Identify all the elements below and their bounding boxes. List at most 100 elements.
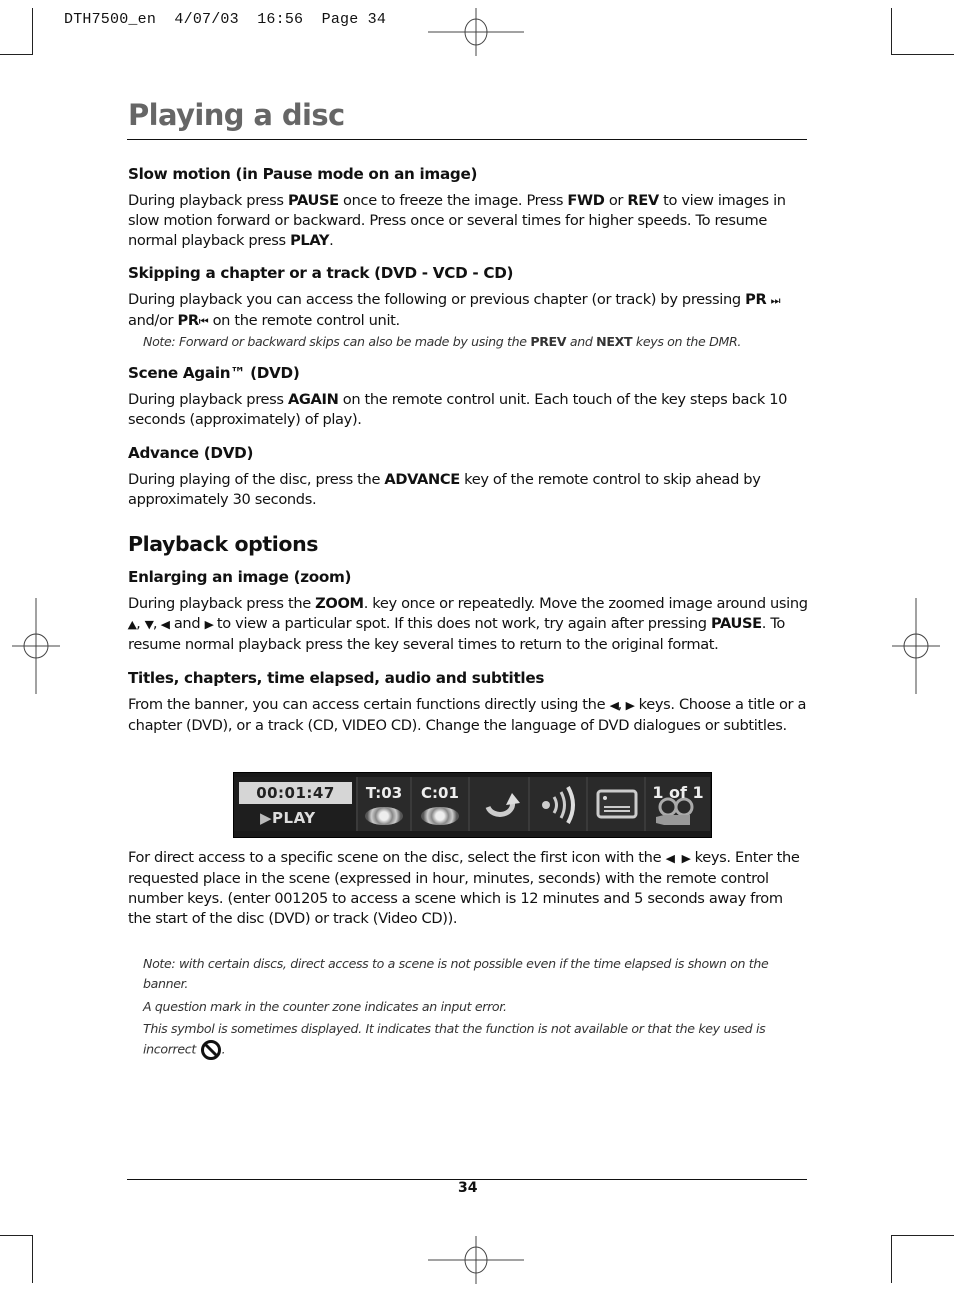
key-label: NEXT	[596, 334, 633, 349]
crop-mark	[891, 54, 954, 55]
paragraph-scene-again: During playback press AGAIN on the remot…	[128, 390, 808, 430]
page-content: Slow motion (in Pause mode on an image) …	[128, 165, 808, 736]
paragraph-advance: During playing of the disc, press the AD…	[128, 470, 808, 510]
text: This symbol is sometimes displayed. It i…	[143, 1021, 766, 1057]
key-label: REV	[627, 192, 659, 209]
right-arrow-icon: ▶	[625, 699, 635, 712]
note-direct-access: Note: with certain discs, direct access …	[143, 956, 769, 991]
playback-banner: 00:01:47 ▶PLAY T:03 C:01 1 of 1	[233, 772, 712, 838]
crop-mark	[891, 8, 892, 55]
text: During playing of the disc, press the	[128, 471, 385, 488]
text: on the remote control unit.	[208, 312, 401, 329]
text: and	[169, 615, 205, 632]
text: Note: Forward or backward skips can also…	[143, 334, 531, 349]
text: . key once or repeatedly. Move the zoome…	[363, 595, 808, 612]
banner-repeat-cell	[470, 777, 530, 831]
registration-mark-icon	[12, 598, 60, 694]
key-label: PAUSE	[287, 192, 339, 209]
section-heading-advance: Advance (DVD)	[128, 444, 254, 462]
page-title: Playing a disc	[128, 98, 345, 132]
section-heading-skipping: Skipping a chapter or a track (DVD - VCD…	[128, 264, 514, 282]
text: .	[329, 232, 334, 249]
crop-mark	[0, 54, 32, 55]
section-heading-scene-again: Scene Again™ (DVD)	[128, 364, 300, 382]
banner-title-label: T:03	[365, 784, 403, 802]
registration-mark-icon	[428, 8, 524, 56]
paragraph-slow-motion: During playback press PAUSE once to free…	[128, 191, 808, 251]
text: During playback you can access the follo…	[128, 291, 746, 308]
banner-play-status: ▶PLAY	[260, 809, 316, 827]
key-label: PR	[745, 291, 767, 308]
section-heading-titles: Titles, chapters, time elapsed, audio an…	[128, 669, 545, 687]
banner-chapter-label: C:01	[421, 784, 459, 802]
crop-mark	[891, 1235, 954, 1236]
text: once to freeze the image. Press	[338, 192, 568, 209]
notes-block: Note: with certain discs, direct access …	[128, 954, 778, 1061]
banner-audio-cell	[530, 777, 588, 831]
banner-angle-cell: 1 of 1	[646, 777, 710, 831]
key-label: PAUSE	[710, 615, 762, 632]
right-arrow-icon: ▶	[681, 852, 691, 865]
text: and/or	[128, 312, 178, 329]
section-heading-playback-options: Playback options	[128, 532, 319, 556]
key-label: PR	[177, 312, 200, 329]
crop-mark	[32, 8, 33, 55]
text: .	[221, 1041, 226, 1057]
paragraph-zoom: During playback press the ZOOM. key once…	[127, 595, 808, 653]
banner-time-counter: 00:01:47	[239, 782, 352, 804]
banner-angle-label: 1 of 1	[652, 783, 704, 802]
text: During playback press	[128, 192, 288, 209]
banner-time-cell: 00:01:47 ▶PLAY	[234, 777, 358, 831]
text: From the banner, you can access certain …	[128, 696, 610, 713]
section-heading-zoom: Enlarging an image (zoom)	[128, 568, 352, 586]
registration-mark-icon	[428, 1236, 524, 1284]
left-arrow-icon: ◀	[161, 618, 170, 631]
paragraph-titles: From the banner, you can access certain …	[128, 696, 807, 734]
registration-mark-icon	[892, 598, 940, 694]
note-input-error: A question mark in the counter zone indi…	[143, 999, 507, 1014]
prohibited-icon	[200, 1040, 221, 1060]
page-number: 34	[458, 1180, 478, 1196]
title-rule	[127, 139, 807, 140]
text: keys on the DMR.	[632, 334, 742, 349]
banner-chapter-cell: C:01	[412, 777, 470, 831]
key-label: ZOOM	[315, 595, 364, 612]
status-text: PLAY	[272, 809, 316, 827]
printer-slug: DTH7500_en 4/07/03 16:56 Page 34	[64, 11, 387, 28]
repeat-icon	[485, 793, 520, 817]
text: and	[566, 334, 597, 349]
key-label: ADVANCE	[384, 471, 460, 488]
play-icon: ▶	[260, 809, 273, 827]
section-heading-slow-motion: Slow motion (in Pause mode on an image)	[128, 165, 478, 183]
banner-subtitle-cell	[588, 777, 646, 831]
prev-track-icon: ⏮	[198, 315, 209, 328]
key-label: PLAY	[290, 232, 330, 249]
note-prohibited-symbol: This symbol is sometimes displayed. It i…	[143, 1019, 778, 1061]
text: or	[604, 192, 628, 209]
text: For direct access to a specific scene on…	[128, 849, 666, 866]
text: to view a particular spot. If this does …	[212, 615, 711, 632]
next-track-icon: ⏭	[770, 294, 781, 307]
paragraph-skipping: During playback you can access the follo…	[128, 290, 808, 332]
subtitle-icon	[596, 789, 638, 819]
text: During playback press	[128, 391, 288, 408]
key-label: AGAIN	[287, 391, 339, 408]
disc-icon	[365, 807, 403, 825]
key-label: PREV	[530, 334, 567, 349]
key-label: FWD	[567, 192, 605, 209]
paragraph-direct-access: For direct access to a specific scene on…	[128, 848, 808, 929]
disc-icon	[421, 807, 459, 825]
banner-title-cell: T:03	[358, 777, 412, 831]
crop-mark	[32, 1235, 33, 1283]
left-arrow-icon: ◀	[665, 852, 675, 865]
audio-icon	[542, 786, 575, 824]
left-arrow-icon: ◀	[609, 699, 619, 712]
note-skipping: Note: Forward or backward skips can also…	[143, 332, 808, 352]
crop-mark	[0, 1235, 32, 1236]
up-arrow-icon: ▲	[127, 618, 137, 631]
right-arrow-icon: ▶	[204, 618, 214, 631]
crop-mark	[891, 1235, 892, 1283]
direct-access-block: For direct access to a specific scene on…	[128, 848, 808, 929]
down-arrow-icon: ▼	[144, 618, 154, 631]
text: During playback press the	[128, 595, 316, 612]
